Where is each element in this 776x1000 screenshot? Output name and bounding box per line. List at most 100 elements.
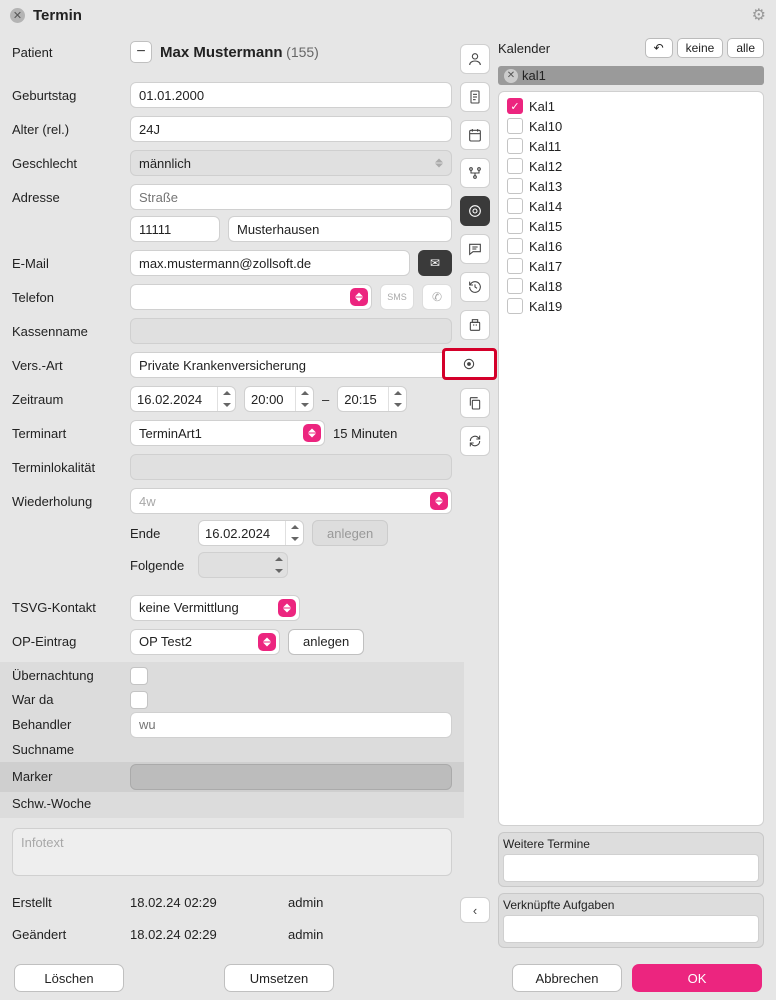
calendar-item[interactable]: Kal12: [503, 156, 759, 176]
wiederholung-select[interactable]: 4w: [130, 488, 452, 514]
uebernachtung-checkbox[interactable]: [130, 667, 148, 685]
calendar-item[interactable]: Kal15: [503, 216, 759, 236]
calendar-checkbox[interactable]: [507, 218, 523, 234]
ort-input[interactable]: [228, 216, 452, 242]
calendar-item[interactable]: Kal10: [503, 116, 759, 136]
label-telefon: Telefon: [12, 290, 122, 305]
calendar-checkbox[interactable]: [507, 178, 523, 194]
email-input[interactable]: [130, 250, 410, 276]
calendar-list[interactable]: Kal1 Kal10 Kal11Kal12 Kal13 Kal14 Kal15Kal16 K…: [498, 91, 764, 826]
calendar-checkbox[interactable]: [507, 238, 523, 254]
date-stepper[interactable]: 16.02.2024: [130, 386, 236, 412]
undo-button[interactable]: ↶: [645, 38, 673, 58]
infotext-textarea[interactable]: Infotext: [12, 828, 452, 876]
collapse-icon[interactable]: ‹: [460, 897, 490, 923]
person-icon[interactable]: [460, 44, 490, 74]
plz-input[interactable]: [130, 216, 220, 242]
gear-icon[interactable]: ⚙: [752, 5, 766, 25]
label-adresse: Adresse: [12, 190, 122, 205]
geaendert-user: admin: [288, 927, 323, 942]
behandler-input[interactable]: [130, 712, 452, 738]
strasse-input[interactable]: [130, 184, 452, 210]
calendar-checkbox[interactable]: [507, 278, 523, 294]
calendar-checkbox[interactable]: [507, 118, 523, 134]
calendar-icon[interactable]: [460, 120, 490, 150]
calendar-item[interactable]: Kal11: [503, 136, 759, 156]
folgende-stepper[interactable]: [198, 552, 288, 578]
terminart-select[interactable]: TerminArt1: [130, 420, 325, 446]
op-select[interactable]: OP Test2: [130, 629, 280, 655]
label-wiederholung: Wiederholung: [12, 494, 122, 509]
versart-input[interactable]: [130, 352, 452, 378]
marker-input[interactable]: [130, 764, 452, 790]
calendar-item[interactable]: Kal19: [503, 296, 759, 316]
sms-button[interactable]: SMS: [380, 284, 414, 310]
aufgaben-title: Verknüpfte Aufgaben: [503, 898, 759, 912]
calendar-checkbox[interactable]: [507, 198, 523, 214]
umsetzen-button[interactable]: Umsetzen: [224, 964, 334, 992]
calendar-item[interactable]: Kal17: [503, 256, 759, 276]
icon-sidebar: ‹: [458, 38, 492, 948]
copy-icon[interactable]: [460, 388, 490, 418]
target-icon[interactable]: [460, 196, 490, 226]
end-time-stepper[interactable]: 20:15: [337, 386, 407, 412]
loeschen-button[interactable]: Löschen: [14, 964, 124, 992]
calendar-checkbox[interactable]: [507, 138, 523, 154]
aufgaben-panel: Verknüpfte Aufgaben: [498, 893, 764, 948]
warda-checkbox[interactable]: [130, 691, 148, 709]
label-versart: Vers.-Art: [12, 358, 122, 373]
calendar-checkbox[interactable]: [507, 298, 523, 314]
mail-icon[interactable]: ✉: [418, 250, 452, 276]
calendar-item[interactable]: Kal1: [503, 96, 759, 116]
history-icon[interactable]: [460, 272, 490, 302]
ok-button[interactable]: OK: [632, 964, 762, 992]
close-icon[interactable]: ✕: [10, 8, 25, 23]
calendar-checkbox[interactable]: [507, 258, 523, 274]
refresh-icon[interactable]: [460, 426, 490, 456]
calendar-checkbox[interactable]: [507, 158, 523, 174]
calendar-checkbox[interactable]: [507, 98, 523, 114]
calendar-item-label: Kal17: [529, 259, 562, 274]
label-terminart: Terminart: [12, 426, 122, 441]
calendar-item-label: Kal10: [529, 119, 562, 134]
window-title: Termin: [33, 7, 82, 24]
all-button[interactable]: alle: [727, 38, 764, 58]
kassenname-input[interactable]: [130, 318, 452, 344]
label-ende: Ende: [130, 526, 190, 541]
calendar-item[interactable]: Kal16: [503, 236, 759, 256]
calendar-item[interactable]: Kal18: [503, 276, 759, 296]
flow-icon[interactable]: [460, 158, 490, 188]
selected-calendar-row[interactable]: ✕ kal1: [498, 66, 764, 85]
tsvg-select[interactable]: keine Vermittlung: [130, 595, 300, 621]
aufgaben-body[interactable]: [503, 915, 759, 943]
label-suchname: Suchname: [12, 742, 122, 757]
label-zeitraum: Zeitraum: [12, 392, 122, 407]
geaendert-date: 18.02.24 02:29: [130, 927, 280, 942]
anlegen-button-2[interactable]: anlegen: [288, 629, 364, 655]
abbrechen-button[interactable]: Abbrechen: [512, 964, 622, 992]
terminlokalitaet-input[interactable]: [130, 454, 452, 480]
anlegen-button-1[interactable]: anlegen: [312, 520, 388, 546]
calendar-item-label: Kal14: [529, 199, 562, 214]
highlighted-icon[interactable]: [442, 348, 497, 380]
remove-patient-button[interactable]: −: [130, 41, 152, 63]
phone-icon[interactable]: ✆: [422, 284, 452, 310]
weitere-termine-body[interactable]: [503, 854, 759, 882]
calendar-item[interactable]: Kal13: [503, 176, 759, 196]
calendar-item[interactable]: Kal14: [503, 196, 759, 216]
ende-date-stepper[interactable]: 16.02.2024: [198, 520, 304, 546]
alter-input[interactable]: [130, 116, 452, 142]
label-op: OP-Eintrag: [12, 634, 122, 649]
calendar-item-label: Kal1: [529, 99, 555, 114]
telefon-select[interactable]: [130, 284, 372, 310]
geschlecht-select[interactable]: männlich: [130, 150, 452, 176]
register-icon[interactable]: [460, 310, 490, 340]
remove-selected-icon[interactable]: ✕: [504, 69, 518, 83]
geburtstag-input[interactable]: [130, 82, 452, 108]
document-icon[interactable]: [460, 82, 490, 112]
erstellt-user: admin: [288, 895, 323, 910]
chat-icon[interactable]: [460, 234, 490, 264]
none-button[interactable]: keine: [677, 38, 724, 58]
calendar-item-label: Kal13: [529, 179, 562, 194]
start-time-stepper[interactable]: 20:00: [244, 386, 314, 412]
